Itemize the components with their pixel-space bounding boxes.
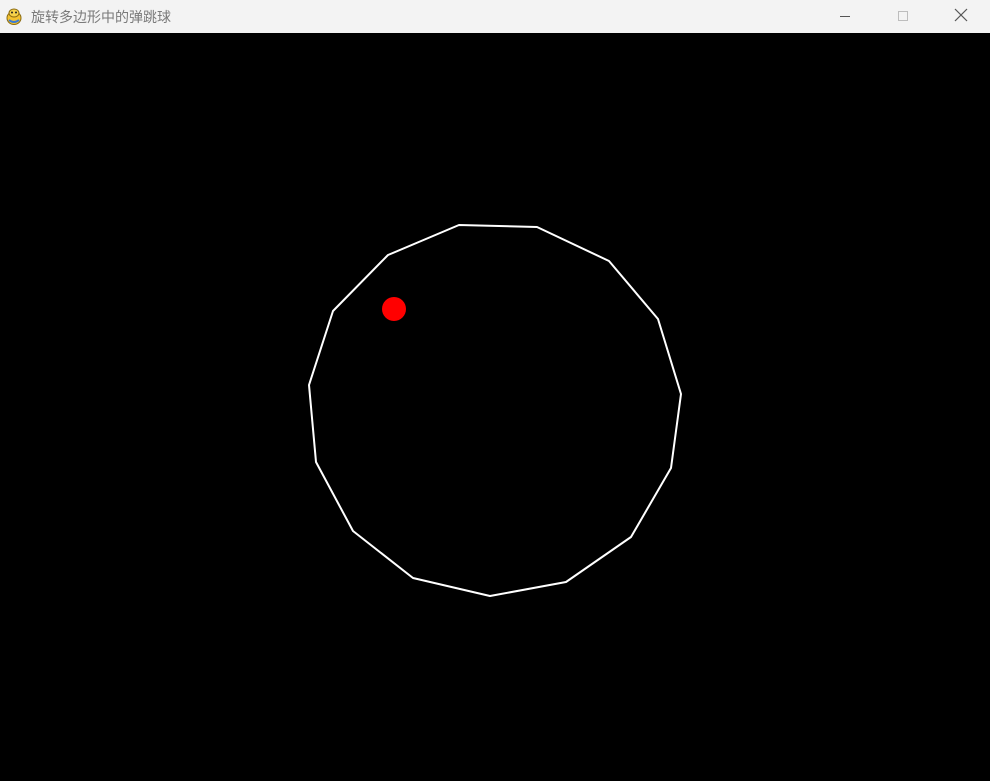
window-controls (816, 0, 990, 33)
maximize-icon (897, 7, 909, 26)
game-canvas[interactable] (0, 33, 990, 781)
maximize-button[interactable] (874, 0, 932, 33)
rotating-polygon (308, 224, 682, 597)
title-bar[interactable]: 旋转多边形中的弹跳球 (0, 0, 990, 33)
close-button[interactable] (932, 0, 990, 33)
bouncing-ball (382, 297, 406, 321)
minimize-button[interactable] (816, 0, 874, 33)
pygame-snake-icon (5, 8, 23, 26)
close-icon (954, 7, 968, 26)
game-window: 旋转多边形中的弹跳球 (0, 0, 990, 781)
minimize-icon (839, 7, 851, 26)
scene-svg (308, 224, 682, 597)
window-title: 旋转多边形中的弹跳球 (31, 9, 171, 26)
